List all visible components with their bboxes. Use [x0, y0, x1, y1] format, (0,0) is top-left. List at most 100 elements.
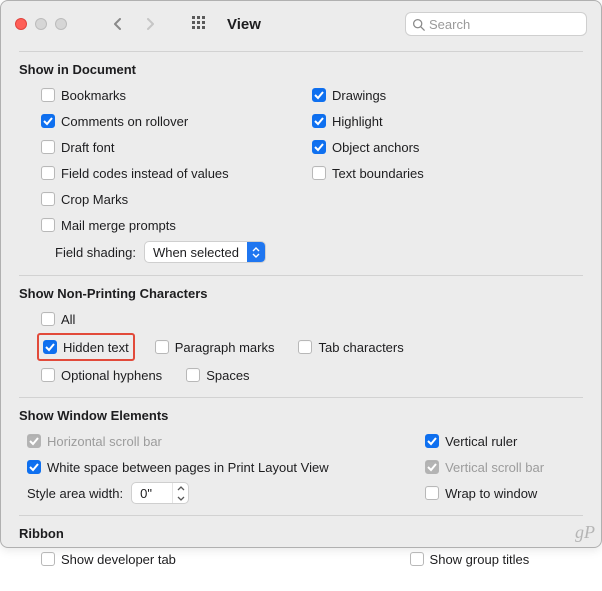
hidden-text-option[interactable]: Hidden text: [43, 337, 129, 357]
chevron-left-icon: [112, 18, 122, 30]
optional-hyphens-option[interactable]: Optional hyphens: [41, 365, 162, 385]
label: Show group titles: [430, 552, 530, 567]
checkbox-icon: [155, 340, 169, 354]
forward-button[interactable]: [137, 13, 165, 35]
checkbox-icon: [410, 552, 424, 566]
crop-marks-option[interactable]: Crop Marks: [41, 189, 312, 209]
label: Vertical scroll bar: [445, 460, 544, 475]
section-title: Ribbon: [19, 526, 583, 541]
section-non-printing: Show Non-Printing Characters All Hidden …: [19, 275, 583, 397]
mail-merge-option[interactable]: Mail merge prompts: [41, 215, 312, 235]
label: Wrap to window: [445, 486, 537, 501]
label: Text boundaries: [332, 166, 424, 181]
search-field[interactable]: [405, 12, 587, 36]
checkbox-icon: [425, 460, 439, 474]
label: Comments on rollover: [61, 114, 188, 129]
checkbox-icon: [41, 166, 55, 180]
stepper-arrows-icon: [172, 483, 188, 503]
highlight-option[interactable]: Highlight: [312, 111, 583, 131]
label: Object anchors: [332, 140, 419, 155]
window-title: View: [227, 16, 261, 33]
draft-font-option[interactable]: Draft font: [41, 137, 312, 157]
search-input[interactable]: [429, 17, 580, 32]
checkbox-icon: [312, 88, 326, 102]
label: Show developer tab: [61, 552, 176, 567]
label: Vertical ruler: [445, 434, 517, 449]
stepper-value: 0": [132, 486, 172, 501]
label: Field codes instead of values: [61, 166, 229, 181]
checkbox-icon: [43, 340, 57, 354]
white-space-option[interactable]: White space between pages in Print Layou…: [27, 457, 425, 477]
label: Draft font: [61, 140, 114, 155]
checkbox-icon: [186, 368, 200, 382]
label: Drawings: [332, 88, 386, 103]
checkbox-icon: [41, 114, 55, 128]
checkbox-icon: [41, 192, 55, 206]
horizontal-scroll-option: Horizontal scroll bar: [27, 431, 425, 451]
checkbox-icon: [41, 312, 55, 326]
content-area: Show in Document Bookmarks Comments on r…: [1, 47, 601, 591]
label: All: [61, 312, 75, 327]
label: Highlight: [332, 114, 383, 129]
comments-option[interactable]: Comments on rollover: [41, 111, 312, 131]
text-boundaries-option[interactable]: Text boundaries: [312, 163, 583, 183]
section-title: Show Non-Printing Characters: [19, 286, 583, 301]
label: White space between pages in Print Layou…: [47, 460, 329, 475]
checkbox-icon: [41, 218, 55, 232]
vertical-ruler-option[interactable]: Vertical ruler: [425, 431, 583, 451]
field-shading-select[interactable]: When selected: [144, 241, 266, 263]
checkbox-icon: [425, 434, 439, 448]
style-area-label: Style area width:: [27, 486, 123, 501]
drawings-option[interactable]: Drawings: [312, 85, 583, 105]
checkbox-icon: [41, 140, 55, 154]
label: Tab characters: [318, 340, 403, 355]
wrap-to-window-option[interactable]: Wrap to window: [425, 483, 583, 503]
checkbox-icon: [312, 166, 326, 180]
field-codes-option[interactable]: Field codes instead of values: [41, 163, 312, 183]
checkbox-icon: [41, 552, 55, 566]
watermark: gP: [575, 522, 595, 543]
bookmarks-option[interactable]: Bookmarks: [41, 85, 312, 105]
checkbox-icon: [27, 460, 41, 474]
field-shading-label: Field shading:: [55, 245, 136, 260]
vertical-scroll-option: Vertical scroll bar: [425, 457, 583, 477]
style-area-stepper[interactable]: 0": [131, 482, 189, 504]
close-window-button[interactable]: [15, 18, 27, 30]
label: Hidden text: [63, 340, 129, 355]
minimize-window-button[interactable]: [35, 18, 47, 30]
search-icon: [412, 18, 425, 31]
label: Spaces: [206, 368, 249, 383]
label: Bookmarks: [61, 88, 126, 103]
section-window-elements: Show Window Elements Horizontal scroll b…: [19, 397, 583, 515]
traffic-lights: [15, 18, 67, 30]
zoom-window-button[interactable]: [55, 18, 67, 30]
developer-tab-option[interactable]: Show developer tab: [41, 549, 410, 569]
back-button[interactable]: [103, 13, 131, 35]
label: Optional hyphens: [61, 368, 162, 383]
checkbox-icon: [298, 340, 312, 354]
paragraph-marks-option[interactable]: Paragraph marks: [155, 337, 275, 357]
group-titles-option[interactable]: Show group titles: [410, 549, 602, 569]
label: Crop Marks: [61, 192, 128, 207]
titlebar: View: [1, 1, 601, 47]
section-show-in-document: Show in Document Bookmarks Comments on r…: [19, 51, 583, 275]
show-all-icon[interactable]: [191, 15, 209, 33]
checkbox-icon: [312, 114, 326, 128]
all-option[interactable]: All: [41, 309, 583, 329]
label: Mail merge prompts: [61, 218, 176, 233]
checkbox-icon: [27, 434, 41, 448]
select-arrows-icon: [247, 242, 265, 262]
highlight-annotation: Hidden text: [37, 333, 135, 361]
section-ribbon: Ribbon Show developer tab Show group tit…: [19, 515, 583, 581]
object-anchors-option[interactable]: Object anchors: [312, 137, 583, 157]
nav-buttons: [103, 13, 165, 35]
select-value: When selected: [145, 245, 247, 260]
grid-icon: [192, 16, 208, 32]
tab-characters-option[interactable]: Tab characters: [298, 337, 403, 357]
checkbox-icon: [41, 368, 55, 382]
label: Paragraph marks: [175, 340, 275, 355]
checkbox-icon: [41, 88, 55, 102]
section-title: Show in Document: [19, 62, 583, 77]
spaces-option[interactable]: Spaces: [186, 365, 249, 385]
checkbox-icon: [425, 486, 439, 500]
